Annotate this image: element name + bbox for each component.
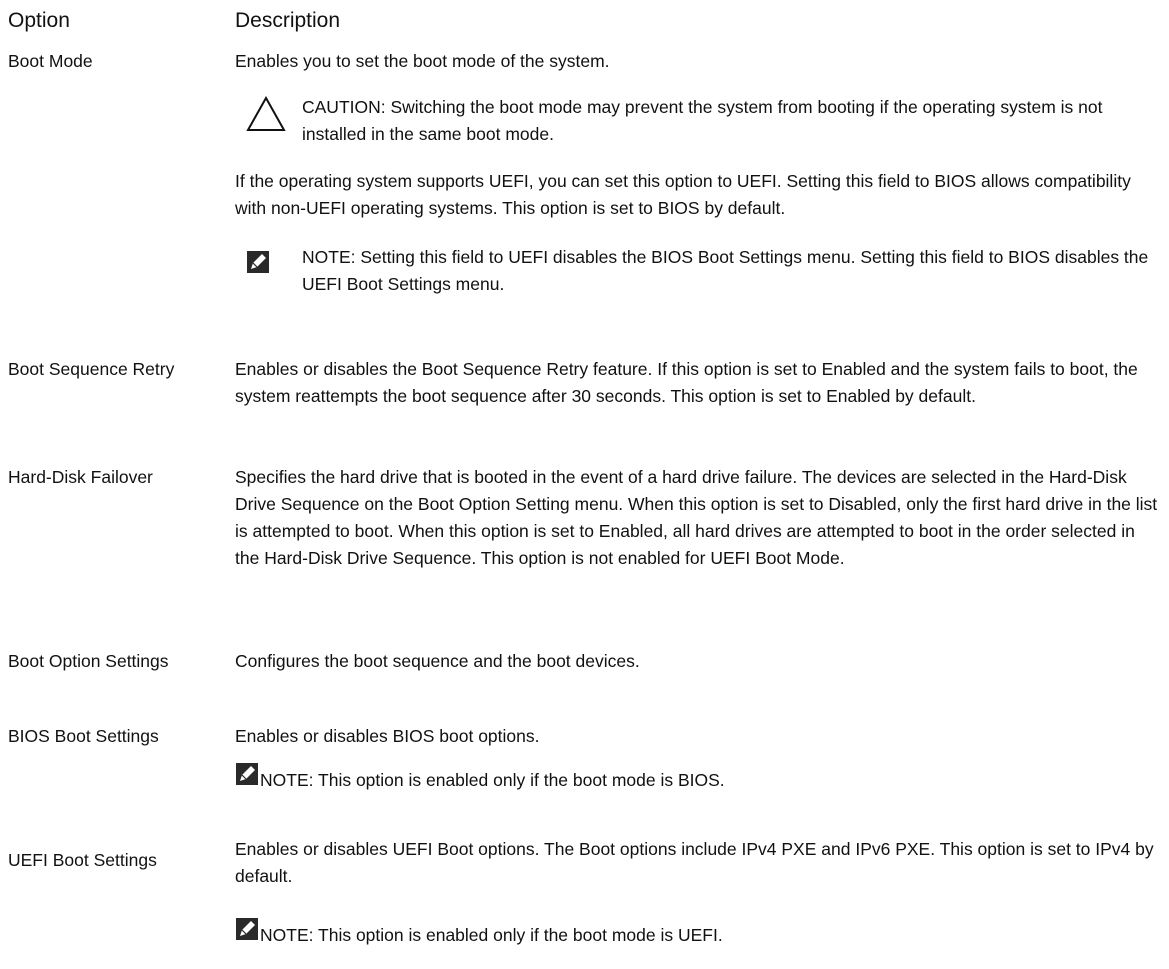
description-boot-option-settings: Configures the boot sequence and the boo… bbox=[235, 651, 640, 671]
note-bios-boot-settings: NOTE: This option is enabled only if the… bbox=[260, 770, 725, 790]
option-hard-disk-failover: Hard-Disk Failover bbox=[8, 467, 153, 487]
note-pencil-icon bbox=[236, 918, 258, 940]
option-boot-sequence-retry: Boot Sequence Retry bbox=[8, 359, 175, 379]
column-header-description: Description bbox=[235, 9, 341, 32]
paragraph-boot-mode: If the operating system supports UEFI, y… bbox=[235, 171, 1131, 218]
description-boot-mode: Enables you to set the boot mode of the … bbox=[235, 51, 610, 71]
note-uefi-boot-settings: NOTE: This option is enabled only if the… bbox=[260, 925, 723, 945]
description-bios-boot-settings: Enables or disables BIOS boot options. bbox=[235, 726, 540, 746]
caution-boot-mode: CAUTION: Switching the boot mode may pre… bbox=[302, 97, 1103, 144]
description-uefi-boot-settings: Enables or disables UEFI Boot options. T… bbox=[235, 839, 1154, 886]
caution-triangle-icon bbox=[246, 96, 286, 131]
note-pencil-icon bbox=[247, 251, 269, 273]
description-hard-disk-failover: Specifies the hard drive that is booted … bbox=[235, 467, 1158, 568]
option-uefi-boot-settings: UEFI Boot Settings bbox=[8, 850, 157, 870]
column-header-option: Option bbox=[8, 9, 70, 32]
note-pencil-icon bbox=[236, 763, 258, 785]
document-page: Option Description Boot Mode Enables you… bbox=[0, 0, 1169, 969]
option-boot-mode: Boot Mode bbox=[8, 51, 93, 71]
option-boot-option-settings: Boot Option Settings bbox=[8, 651, 169, 671]
option-bios-boot-settings: BIOS Boot Settings bbox=[8, 726, 159, 746]
description-boot-sequence-retry: Enables or disables the Boot Sequence Re… bbox=[235, 359, 1138, 406]
note-boot-mode: NOTE: Setting this field to UEFI disable… bbox=[302, 247, 1149, 294]
